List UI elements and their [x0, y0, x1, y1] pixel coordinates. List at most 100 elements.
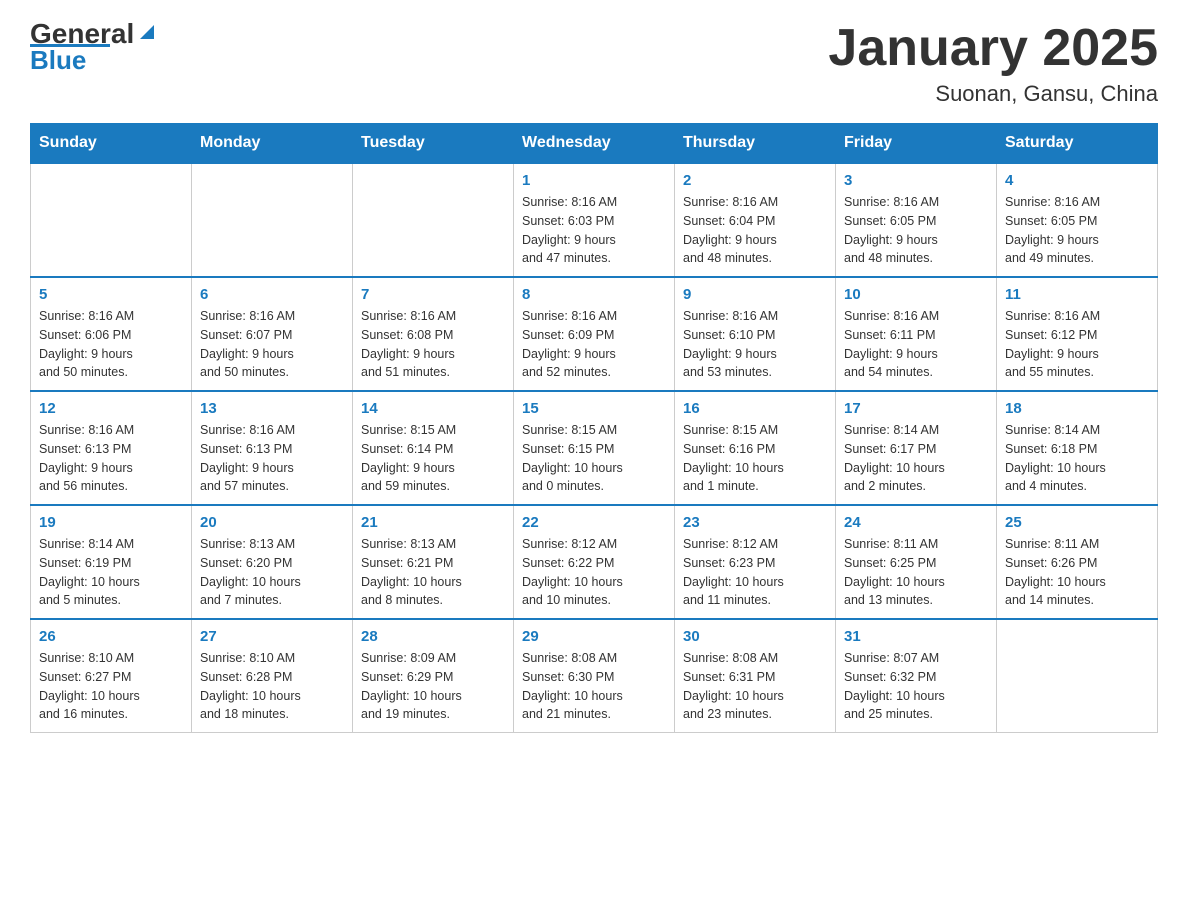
day-number: 1 — [522, 172, 666, 189]
calendar-cell: 16Sunrise: 8:15 AMSunset: 6:16 PMDayligh… — [675, 391, 836, 505]
calendar-table: SundayMondayTuesdayWednesdayThursdayFrid… — [30, 123, 1158, 733]
day-info: Sunrise: 8:13 AMSunset: 6:21 PMDaylight:… — [361, 535, 505, 610]
day-number: 29 — [522, 628, 666, 645]
day-number: 21 — [361, 514, 505, 531]
calendar-cell: 29 Sunrise: 8:08 AMSunset: 6:30 PMDayligh… — [514, 619, 675, 733]
day-number: 9 — [683, 286, 827, 303]
calendar-cell — [353, 163, 514, 277]
calendar-cell — [31, 163, 192, 277]
day-number: 20 — [200, 514, 344, 531]
day-info: Sunrise: 8:11 AMSunset: 6:26 PMDaylight:… — [1005, 535, 1149, 610]
calendar-cell: 5 Sunrise: 8:16 AMSunset: 6:06 PMDaylight… — [31, 277, 192, 391]
day-info: Sunrise: 8:16 AMSunset: 6:13 PMDaylight:… — [200, 421, 344, 496]
day-info: Sunrise: 8:08 AMSunset: 6:30 PMDaylight:… — [522, 649, 666, 724]
calendar-cell — [192, 163, 353, 277]
day-number: 6 — [200, 286, 344, 303]
day-number: 10 — [844, 286, 988, 303]
calendar-cell: 31Sunrise: 8:07 AMSunset: 6:32 PMDayligh… — [836, 619, 997, 733]
day-info: Sunrise: 8:12 AMSunset: 6:22 PMDaylight:… — [522, 535, 666, 610]
logo-triangle-icon — [136, 21, 158, 43]
calendar-cell: 20 Sunrise: 8:13 AMSunset: 6:20 PMDayligh… — [192, 505, 353, 619]
logo: General Blue — [30, 20, 158, 73]
calendar-week-row: 19Sunrise: 8:14 AMSunset: 6:19 PMDayligh… — [31, 505, 1158, 619]
calendar-cell: 13 Sunrise: 8:16 AMSunset: 6:13 PMDayligh… — [192, 391, 353, 505]
day-info: Sunrise: 8:14 AMSunset: 6:17 PMDaylight:… — [844, 421, 988, 496]
day-info: Sunrise: 8:16 AMSunset: 6:09 PMDaylight:… — [522, 307, 666, 382]
day-info: Sunrise: 8:16 AMSunset: 6:11 PMDaylight:… — [844, 307, 988, 382]
calendar-week-row: 12 Sunrise: 8:16 AMSunset: 6:13 PMDayligh… — [31, 391, 1158, 505]
day-info: Sunrise: 8:16 AMSunset: 6:04 PMDaylight:… — [683, 193, 827, 268]
day-info: Sunrise: 8:16 AMSunset: 6:03 PMDaylight:… — [522, 193, 666, 268]
day-number: 28 — [361, 628, 505, 645]
calendar-cell: 1 Sunrise: 8:16 AMSunset: 6:03 PMDaylight… — [514, 163, 675, 277]
calendar-cell: 15Sunrise: 8:15 AMSunset: 6:15 PMDayligh… — [514, 391, 675, 505]
calendar-cell: 27 Sunrise: 8:10 AMSunset: 6:28 PMDayligh… — [192, 619, 353, 733]
weekday-header-thursday: Thursday — [675, 124, 836, 164]
calendar-header: SundayMondayTuesdayWednesdayThursdayFrid… — [31, 124, 1158, 164]
weekday-header-monday: Monday — [192, 124, 353, 164]
calendar-subtitle: Suonan, Gansu, China — [828, 81, 1158, 107]
day-number: 26 — [39, 628, 183, 645]
calendar-cell: 9 Sunrise: 8:16 AMSunset: 6:10 PMDaylight… — [675, 277, 836, 391]
calendar-cell: 19Sunrise: 8:14 AMSunset: 6:19 PMDayligh… — [31, 505, 192, 619]
calendar-cell: 25 Sunrise: 8:11 AMSunset: 6:26 PMDayligh… — [997, 505, 1158, 619]
day-number: 16 — [683, 400, 827, 417]
day-number: 2 — [683, 172, 827, 189]
day-info: Sunrise: 8:16 AMSunset: 6:06 PMDaylight:… — [39, 307, 183, 382]
day-info: Sunrise: 8:08 AMSunset: 6:31 PMDaylight:… — [683, 649, 827, 724]
calendar-cell: 22 Sunrise: 8:12 AMSunset: 6:22 PMDayligh… — [514, 505, 675, 619]
calendar-title: January 2025 — [828, 20, 1158, 77]
calendar-cell: 4Sunrise: 8:16 AMSunset: 6:05 PMDaylight… — [997, 163, 1158, 277]
calendar-cell: 26Sunrise: 8:10 AMSunset: 6:27 PMDayligh… — [31, 619, 192, 733]
calendar-cell: 2 Sunrise: 8:16 AMSunset: 6:04 PMDaylight… — [675, 163, 836, 277]
calendar-cell: 23Sunrise: 8:12 AMSunset: 6:23 PMDayligh… — [675, 505, 836, 619]
calendar-cell: 6 Sunrise: 8:16 AMSunset: 6:07 PMDaylight… — [192, 277, 353, 391]
calendar-cell: 24Sunrise: 8:11 AMSunset: 6:25 PMDayligh… — [836, 505, 997, 619]
calendar-cell: 18Sunrise: 8:14 AMSunset: 6:18 PMDayligh… — [997, 391, 1158, 505]
weekday-header-row: SundayMondayTuesdayWednesdayThursdayFrid… — [31, 124, 1158, 164]
weekday-header-tuesday: Tuesday — [353, 124, 514, 164]
day-info: Sunrise: 8:16 AMSunset: 6:12 PMDaylight:… — [1005, 307, 1149, 382]
day-info: Sunrise: 8:16 AMSunset: 6:07 PMDaylight:… — [200, 307, 344, 382]
day-info: Sunrise: 8:14 AMSunset: 6:19 PMDaylight:… — [39, 535, 183, 610]
calendar-week-row: 1 Sunrise: 8:16 AMSunset: 6:03 PMDaylight… — [31, 163, 1158, 277]
day-number: 22 — [522, 514, 666, 531]
weekday-header-wednesday: Wednesday — [514, 124, 675, 164]
day-number: 7 — [361, 286, 505, 303]
day-number: 4 — [1005, 172, 1149, 189]
day-number: 11 — [1005, 286, 1149, 303]
day-number: 23 — [683, 514, 827, 531]
day-number: 13 — [200, 400, 344, 417]
calendar-cell: 21 Sunrise: 8:13 AMSunset: 6:21 PMDayligh… — [353, 505, 514, 619]
weekday-header-sunday: Sunday — [31, 124, 192, 164]
day-number: 24 — [844, 514, 988, 531]
day-info: Sunrise: 8:09 AMSunset: 6:29 PMDaylight:… — [361, 649, 505, 724]
day-number: 27 — [200, 628, 344, 645]
calendar-cell: 12Sunrise: 8:16 AMSunset: 6:13 PMDayligh… — [31, 391, 192, 505]
calendar-cell: 30 Sunrise: 8:08 AMSunset: 6:31 PMDayligh… — [675, 619, 836, 733]
calendar-cell: 11 Sunrise: 8:16 AMSunset: 6:12 PMDayligh… — [997, 277, 1158, 391]
day-info: Sunrise: 8:07 AMSunset: 6:32 PMDaylight:… — [844, 649, 988, 724]
calendar-body: 1 Sunrise: 8:16 AMSunset: 6:03 PMDaylight… — [31, 163, 1158, 733]
calendar-cell: 14 Sunrise: 8:15 AMSunset: 6:14 PMDayligh… — [353, 391, 514, 505]
day-number: 25 — [1005, 514, 1149, 531]
calendar-week-row: 5 Sunrise: 8:16 AMSunset: 6:06 PMDaylight… — [31, 277, 1158, 391]
day-info: Sunrise: 8:13 AMSunset: 6:20 PMDaylight:… — [200, 535, 344, 610]
day-number: 3 — [844, 172, 988, 189]
calendar-week-row: 26Sunrise: 8:10 AMSunset: 6:27 PMDayligh… — [31, 619, 1158, 733]
calendar-cell: 7Sunrise: 8:16 AMSunset: 6:08 PMDaylight… — [353, 277, 514, 391]
day-info: Sunrise: 8:16 AMSunset: 6:10 PMDaylight:… — [683, 307, 827, 382]
day-info: Sunrise: 8:10 AMSunset: 6:28 PMDaylight:… — [200, 649, 344, 724]
title-block: January 2025 Suonan, Gansu, China — [828, 20, 1158, 107]
day-number: 12 — [39, 400, 183, 417]
day-number: 30 — [683, 628, 827, 645]
calendar-cell: 8Sunrise: 8:16 AMSunset: 6:09 PMDaylight… — [514, 277, 675, 391]
day-number: 18 — [1005, 400, 1149, 417]
page-header: General Blue January 2025 Suonan, Gansu,… — [30, 20, 1158, 107]
weekday-header-friday: Friday — [836, 124, 997, 164]
day-info: Sunrise: 8:15 AMSunset: 6:14 PMDaylight:… — [361, 421, 505, 496]
day-number: 5 — [39, 286, 183, 303]
weekday-header-saturday: Saturday — [997, 124, 1158, 164]
calendar-cell: 17Sunrise: 8:14 AMSunset: 6:17 PMDayligh… — [836, 391, 997, 505]
day-number: 14 — [361, 400, 505, 417]
